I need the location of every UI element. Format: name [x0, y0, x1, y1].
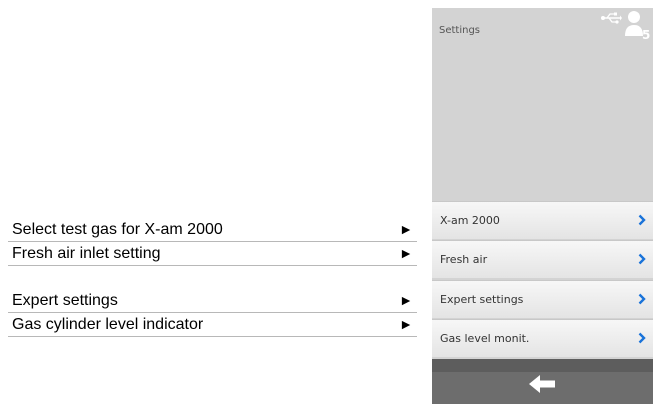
legend-row-expert: Expert settings ► — [8, 290, 417, 313]
screen-title: Settings — [439, 25, 481, 36]
legend-row-test-gas: Select test gas for X-am 2000 ► — [8, 219, 417, 242]
pointer-arrow-icon: ► — [399, 292, 413, 308]
legend-label: Fresh air inlet setting — [12, 245, 161, 262]
menu-item-label: Fresh air — [440, 253, 488, 266]
legend-label: Gas cylinder level indicator — [12, 316, 204, 333]
pointer-arrow-icon: ► — [399, 221, 413, 237]
pointer-arrow-icon: ► — [399, 245, 413, 261]
user-icon: 5 — [625, 11, 650, 40]
menu-item-label: Gas level monit. — [440, 332, 530, 345]
usb-icon — [601, 12, 622, 24]
menu-item-label: X-am 2000 — [440, 214, 500, 227]
bottom-nav-bar — [432, 359, 653, 404]
menu-item-expert-settings[interactable]: Expert settings — [432, 280, 653, 318]
menu-item-xam-2000[interactable]: X-am 2000 — [432, 201, 653, 239]
legend-row-gas-cylinder: Gas cylinder level indicator ► — [8, 314, 417, 337]
back-arrow-icon[interactable] — [529, 375, 555, 393]
menu-item-gas-level-monit[interactable]: Gas level monit. — [432, 319, 653, 357]
bottom-bar-strip — [432, 359, 653, 372]
chevron-right-icon — [638, 214, 646, 226]
legend-label: Expert settings — [12, 292, 118, 309]
menu-item-fresh-air[interactable]: Fresh air — [432, 240, 653, 278]
chevron-right-icon — [638, 293, 646, 305]
legend-row-fresh-air: Fresh air inlet setting ► — [8, 243, 417, 266]
user-level-badge: 5 — [642, 28, 650, 40]
chevron-right-icon — [638, 253, 646, 265]
chevron-right-icon — [638, 332, 646, 344]
device-screen: Settings 5 X-am 2000 Fresh air Expert se… — [432, 8, 653, 404]
legend-label: Select test gas for X-am 2000 — [12, 221, 223, 238]
menu-item-label: Expert settings — [440, 293, 524, 306]
legend-list: Select test gas for X-am 2000 ► Fresh ai… — [0, 0, 420, 404]
pointer-arrow-icon: ► — [399, 316, 413, 332]
